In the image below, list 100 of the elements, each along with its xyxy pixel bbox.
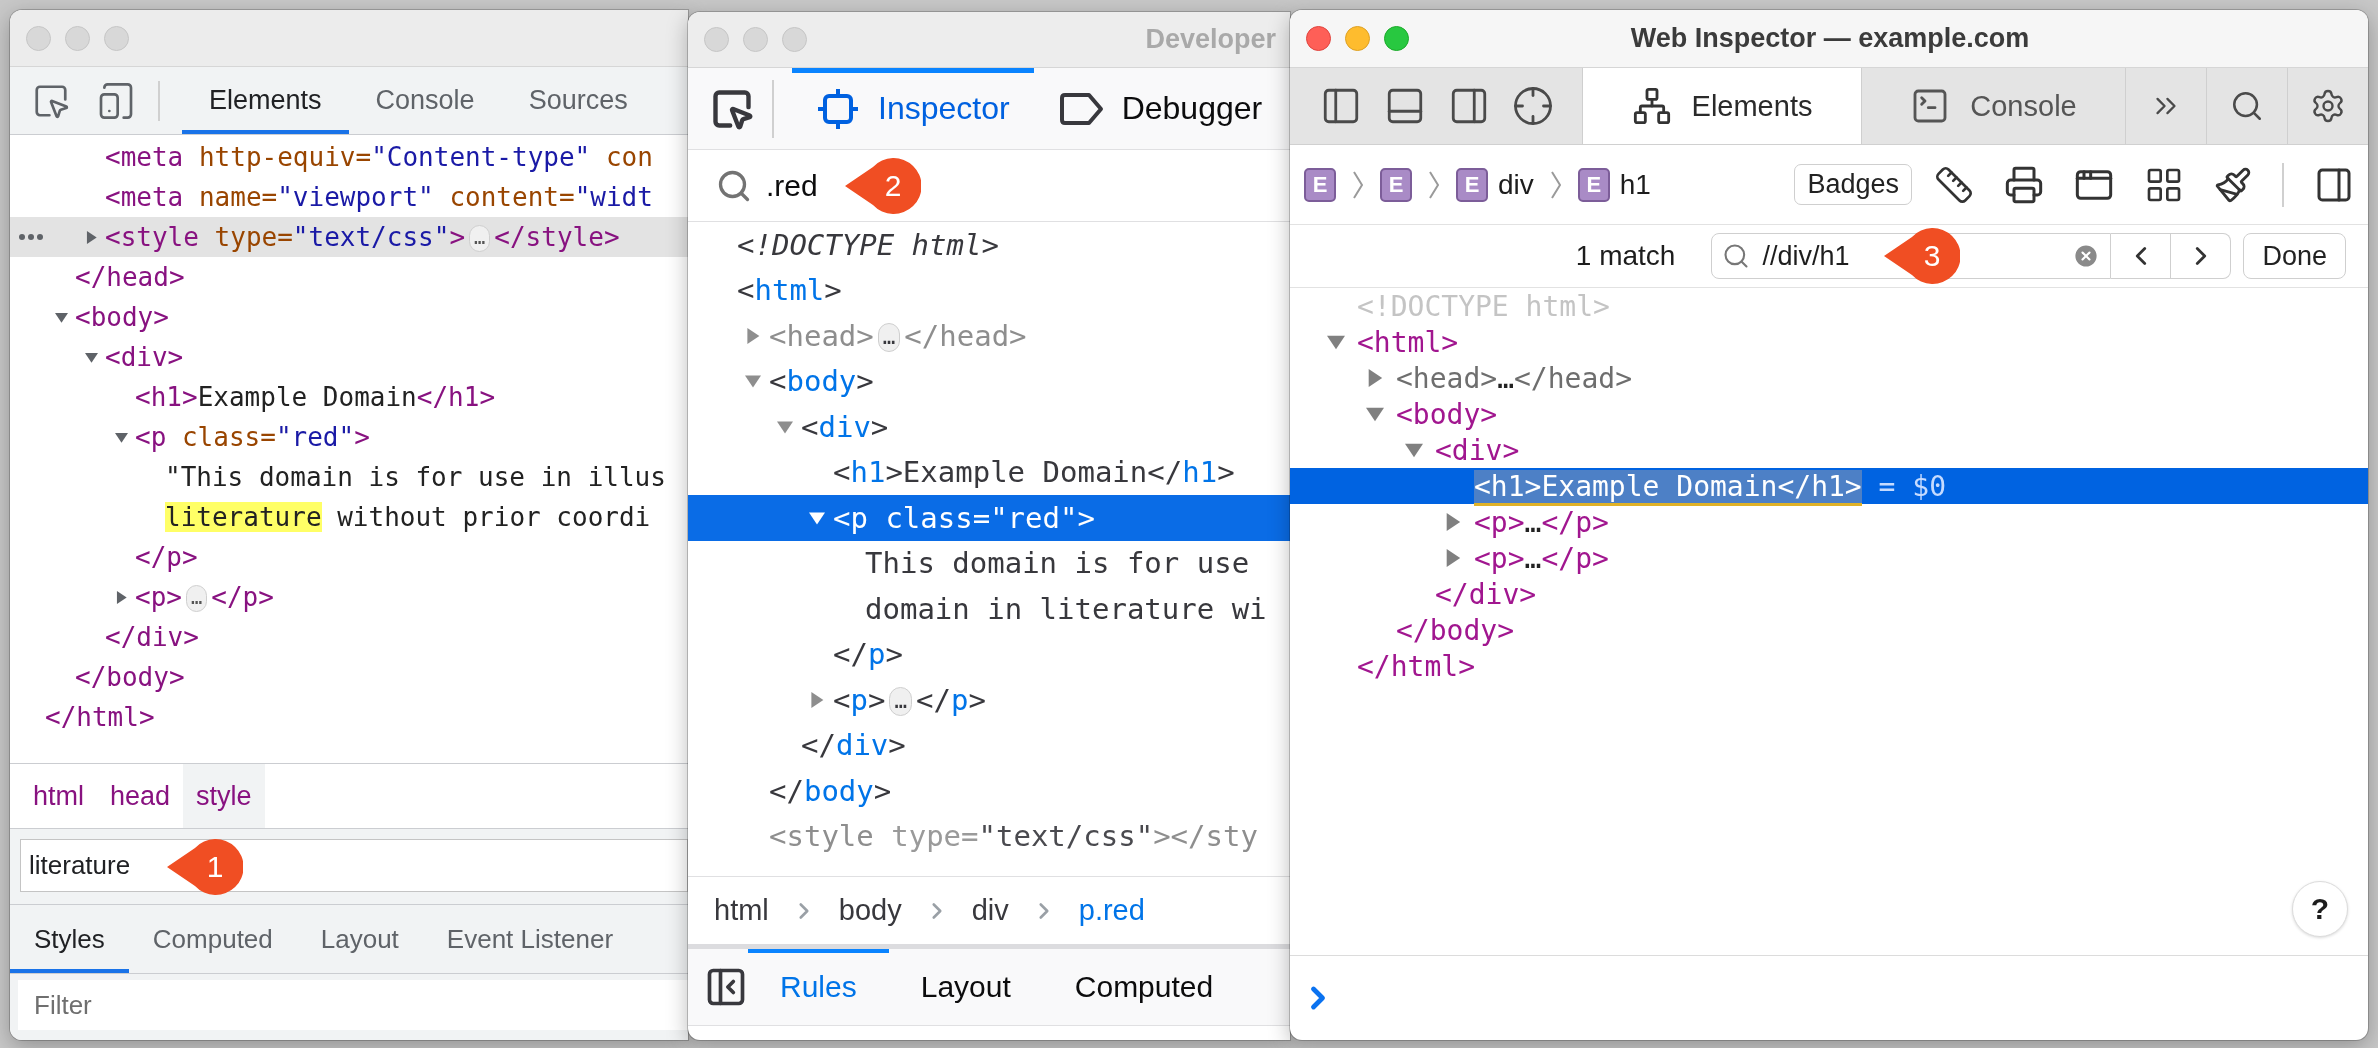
tab[interactable]: Inspector [792,68,1034,149]
code-line[interactable]: </body> [1396,613,1514,647]
expanded-triangle-icon[interactable] [777,418,793,435]
breadcrumb[interactable]: style [183,764,265,828]
code-line[interactable]: </p> [135,542,198,572]
collapsed-triangle-icon[interactable] [115,590,128,604]
badges-button[interactable]: Badges [1794,164,1912,205]
code-line[interactable]: <p> … </p> [833,682,986,717]
more-dots-icon[interactable] [18,233,44,241]
tag-shape-icon [1057,91,1104,126]
tab[interactable]: Rules [748,949,889,1025]
collapsed-triangle-icon[interactable] [809,691,825,708]
code-line[interactable]: </div> [1435,577,1537,611]
hierarchy-icon [1631,86,1672,126]
collapsed-triangle-icon[interactable] [1444,549,1462,567]
ruler-icon[interactable] [1934,164,1974,205]
breadcrumb[interactable]: html [714,894,769,927]
expanded-triangle-icon[interactable] [1366,405,1384,423]
tab[interactable]: Computed [1042,949,1246,1025]
filter-field[interactable]: Filter [18,980,688,1030]
code-line[interactable]: <!DOCTYPE html> [737,227,999,262]
code-line[interactable]: <head>…</head> [1396,361,1633,395]
tab[interactable]: Elements [1582,68,1861,144]
code-line[interactable]: </div> [105,622,199,652]
code-line[interactable]: <head> … </head> [769,318,1027,353]
code-line[interactable]: </body> [769,773,892,808]
tab[interactable]: Computed [128,905,297,973]
code-line[interactable]: domain in literature wi [865,591,1267,626]
code-line[interactable]: <body> [75,302,169,332]
expanded-triangle-icon[interactable] [809,509,825,526]
code-line[interactable]: <html> [1357,325,1459,359]
match-count: 1 match [1575,240,1676,272]
tab[interactable]: Sources [501,67,655,134]
path-separator-icon [1428,169,1440,200]
expanded-triangle-icon[interactable] [85,350,98,364]
next-match-button[interactable] [2171,233,2232,279]
collapsed-triangle-icon[interactable] [745,327,761,344]
tab[interactable]: Console [348,67,502,134]
code-line[interactable]: <h1>Example Domain</h1> [833,455,1235,490]
code-line[interactable]: <html> [737,273,842,308]
code-line[interactable]: <h1>Example Domain</h1> [135,382,496,412]
code-line[interactable]: </div> [801,728,906,763]
code-line[interactable]: </html> [45,702,155,732]
path-label[interactable]: h1 [1619,168,1651,201]
code-line[interactable]: <meta http-equiv="Content-type" con [105,142,653,172]
zoom-button[interactable] [1384,26,1409,51]
tab[interactable]: Event Listener [422,905,638,973]
collapsed-triangle-icon[interactable] [1366,369,1384,387]
tab[interactable]: Debugger [1033,68,1287,149]
code-line[interactable]: </body> [75,662,185,692]
step-number-callout: 1 [165,838,243,895]
breadcrumb[interactable]: body [838,894,902,927]
crosshair-icon[interactable] [1512,85,1554,127]
close-button[interactable] [1306,26,1331,51]
breadcrumb[interactable]: head [97,764,184,828]
expanded-triangle-icon[interactable] [115,430,128,444]
code-line[interactable]: <p class="red"> [833,500,1095,535]
code-line[interactable]: <div> [801,409,889,444]
code-line[interactable]: <body> [769,364,874,399]
code-line[interactable]: <p> … </p> [135,582,274,612]
breadcrumb[interactable]: html [20,764,97,828]
printer-icon[interactable] [2004,164,2044,205]
breadcrumb[interactable]: p.red [1078,894,1145,927]
code-line[interactable]: </head> [75,262,185,292]
code-line[interactable]: <div> [105,342,184,372]
settings-icon[interactable] [2310,88,2346,124]
help-button[interactable]: ? [2292,881,2348,937]
expanded-triangle-icon[interactable] [1327,333,1345,351]
code-line[interactable]: <meta name="viewport" content="widt [105,182,653,212]
code-line[interactable]: <style type="text/css"> … </style> [105,222,620,252]
code-line[interactable]: </html> [1357,649,1475,683]
path-separator-icon [1352,169,1364,200]
expanded-triangle-icon[interactable] [1405,441,1423,459]
collapsed-triangle-icon[interactable] [85,230,98,244]
done-button[interactable]: Done [2243,233,2346,279]
code-line[interactable]: </p> [833,637,903,672]
collapsed-triangle-icon[interactable] [1444,513,1462,531]
expanded-triangle-icon[interactable] [745,373,761,390]
code-line[interactable]: literature without prior coordi [165,502,651,532]
code-line[interactable]: <style type="text/css"></sty [769,819,1258,854]
code-line[interactable]: <body> [1396,397,1498,431]
step-number-callout: 2 [843,157,921,214]
breadcrumb[interactable]: div [971,894,1009,927]
tab[interactable]: Console [1861,68,2125,144]
previous-match-button[interactable] [2111,233,2172,279]
code-line[interactable]: <div> [1435,433,1520,467]
paintbrush-icon[interactable] [2214,165,2252,204]
frame-crosshair-icon [816,86,860,131]
step-number-callout: 3 [1882,228,1960,284]
search-icon[interactable] [2230,89,2264,123]
path-label[interactable]: div [1498,168,1534,201]
window-title: Web Inspector — example.com [1630,23,2030,54]
code-line[interactable]: <p>…</p> [1474,541,1609,575]
tab[interactable]: Layout [888,949,1043,1025]
tab[interactable]: Layout [296,905,423,973]
expanded-triangle-icon[interactable] [55,310,68,324]
code-line[interactable]: This domain is for use [865,546,1250,581]
code-line[interactable]: "This domain is for use in illus [165,462,666,492]
code-line[interactable]: <p>…</p> [1474,505,1609,539]
code-line[interactable]: <p class="red"> [135,422,370,452]
